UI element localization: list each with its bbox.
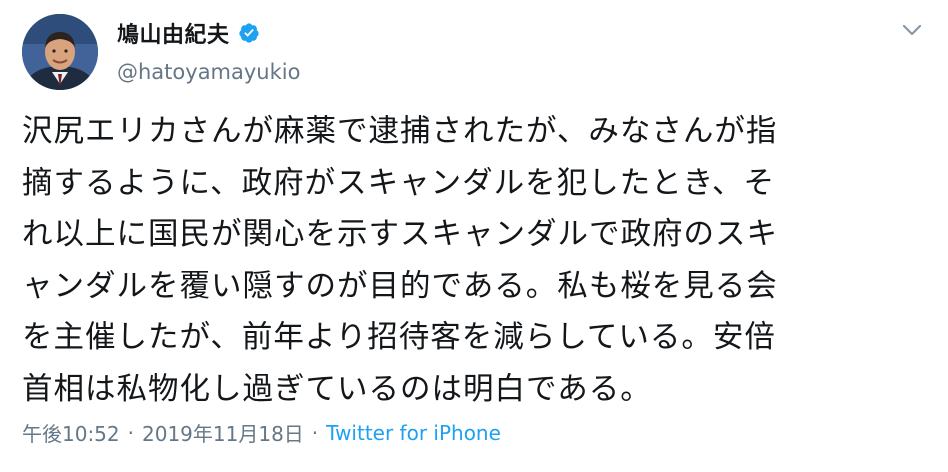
- tweet-metadata: 午後10:52 · 2019年11月18日 · Twitter for iPho…: [22, 418, 501, 447]
- avatar[interactable]: [22, 14, 98, 90]
- display-name-row: 鳩山由紀夫: [117, 18, 300, 48]
- avatar-photo: [22, 14, 98, 90]
- verified-badge-icon: [238, 22, 260, 44]
- user-info: 鳩山由紀夫 @hatoyamayukio: [117, 18, 300, 84]
- tweet-date[interactable]: 2019年11月18日: [142, 418, 304, 447]
- tweet-text: 沢尻エリカさんが麻薬で逮捕されたが、みなさんが指 摘するように、政府がスキャンダ…: [22, 114, 778, 407]
- display-name[interactable]: 鳩山由紀夫: [117, 17, 230, 49]
- user-handle[interactable]: @hatoyamayukio: [117, 60, 300, 84]
- meta-separator: ·: [311, 420, 319, 445]
- tweet-time[interactable]: 午後10:52: [22, 418, 120, 447]
- meta-separator: ·: [127, 420, 134, 445]
- source-link[interactable]: Twitter for iPhone: [326, 421, 501, 445]
- chevron-down-icon[interactable]: [900, 22, 924, 38]
- tweet-card: 鳩山由紀夫 @hatoyamayukio 沢尻エリカさんが麻薬で逮捕されたが、み…: [0, 0, 948, 472]
